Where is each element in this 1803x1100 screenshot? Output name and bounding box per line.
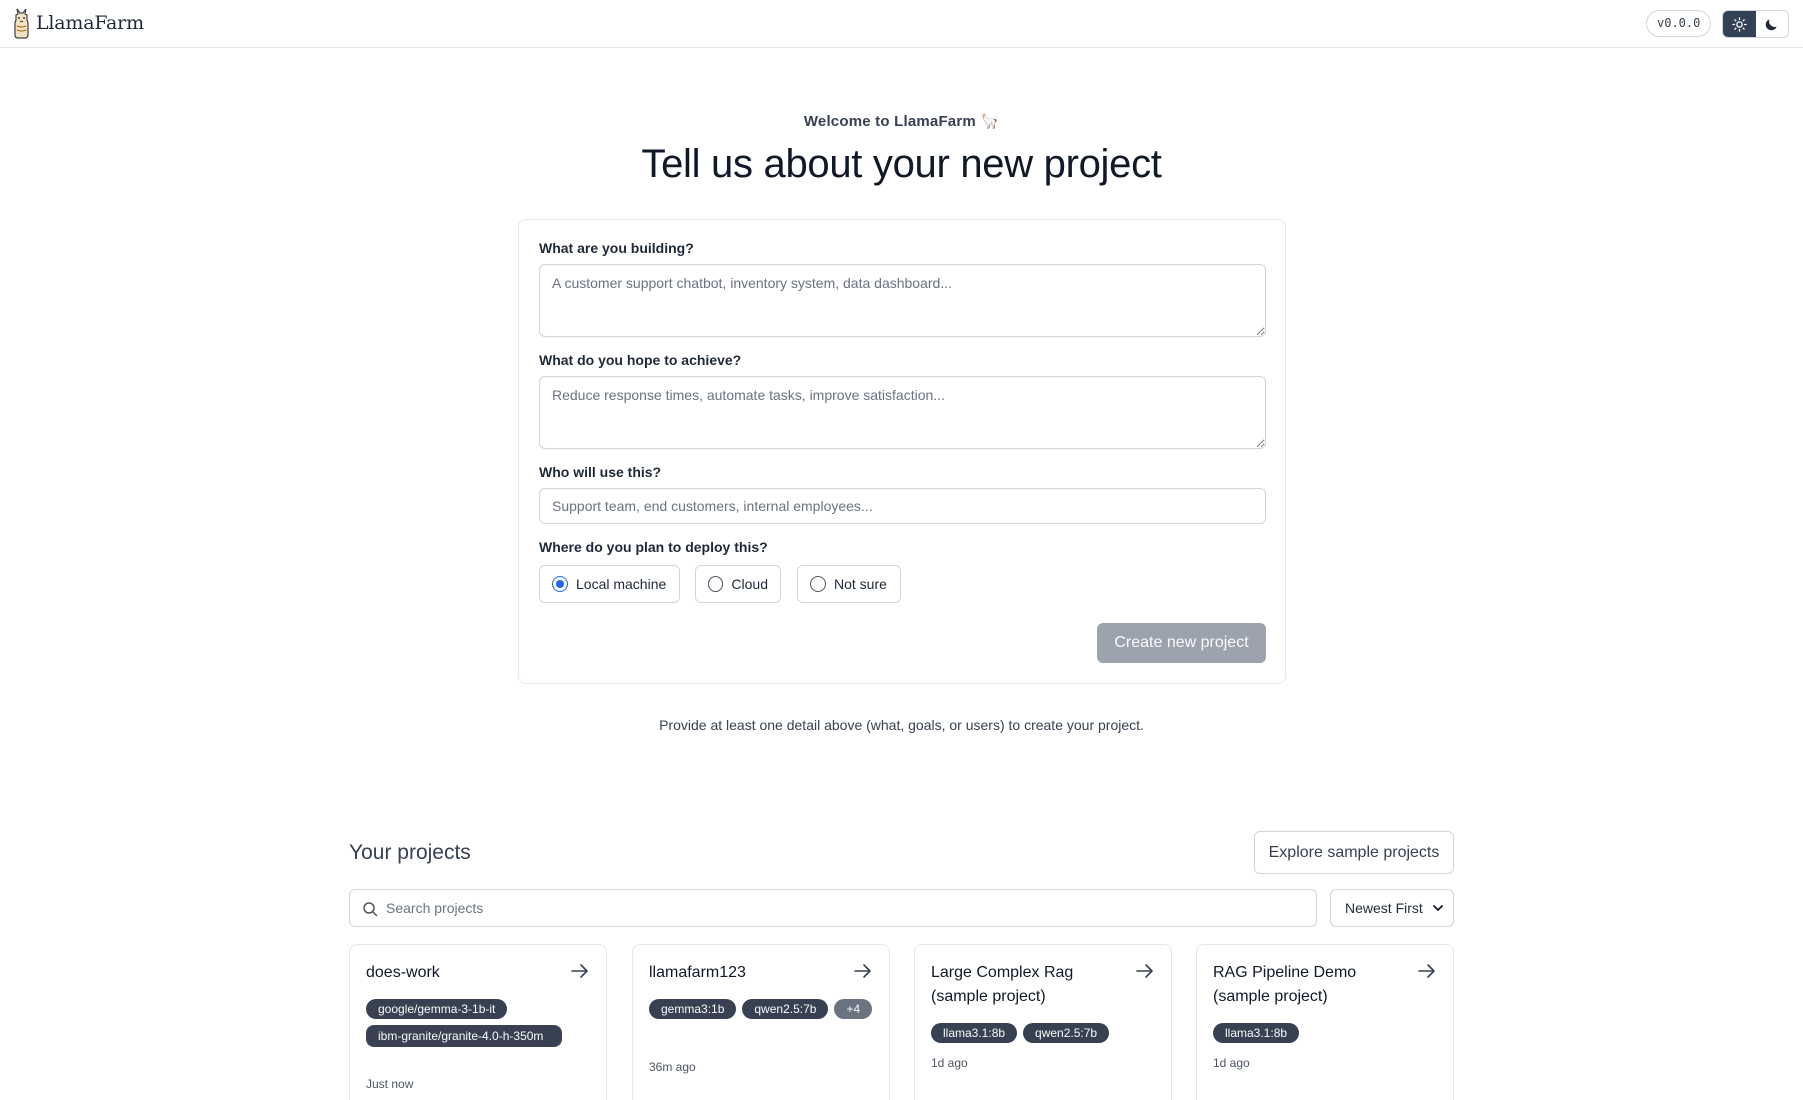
project-name: Large Complex Rag (sample project) [931,964,1074,1005]
create-project-button[interactable]: Create new project [1097,623,1266,663]
what-building-label: What are you building? [539,240,694,256]
project-name: does-work [366,964,440,981]
form-hint: Provide at least one detail above (what,… [659,717,1144,733]
arrow-right-icon[interactable] [570,963,590,979]
deploy-option-label: Not sure [834,576,887,592]
search-icon [363,902,378,917]
model-tags: llama3.1:8b qwen2.5:7b [931,1023,1157,1043]
sort-select[interactable]: Newest First [1330,889,1454,927]
project-updated-time: 1d ago [931,1056,968,1070]
project-card[interactable]: RAG Pipeline Demo (sample project) llama… [1196,944,1454,1100]
radio-not-sure[interactable] [810,576,826,592]
sort-value: Newest First [1345,900,1423,916]
project-card[interactable]: llamafarm123 gemma3:1b qwen2.5:7b +4 36m… [632,944,890,1100]
new-project-form: What are you building? What do you hope … [518,219,1286,684]
project-card[interactable]: Large Complex Rag (sample project) llama… [914,944,1172,1100]
project-name: RAG Pipeline Demo (sample project) [1213,964,1357,1005]
welcome-text: Welcome to LlamaFarm 🦙 [803,113,1000,130]
project-card[interactable]: does-work google/gemma-3-1b-it ibm-grani… [349,944,607,1100]
arrow-right-icon[interactable] [853,963,873,979]
model-tags: google/gemma-3-1b-it ibm-granite/granite… [366,999,592,1047]
model-tag: qwen2.5:7b [742,999,829,1019]
radio-cloud[interactable] [708,576,724,592]
model-tag: gemma3:1b [649,999,737,1019]
sun-icon [1732,16,1747,32]
project-updated-time: Just now [366,1077,414,1091]
project-updated-time: 36m ago [649,1060,696,1074]
moon-icon [1766,18,1777,30]
explore-samples-button[interactable]: Explore sample projects [1254,831,1454,874]
projects-heading: Your projects [349,841,471,864]
model-tag: llama3.1:8b [931,1023,1018,1043]
deploy-option-not-sure[interactable]: Not sure [797,565,901,603]
theme-toggle[interactable] [1722,10,1789,38]
light-theme-button[interactable] [1723,11,1756,37]
model-tags: gemma3:1b qwen2.5:7b +4 [649,999,875,1019]
page-title: Tell us about your new project [641,142,1162,186]
project-name: llamafarm123 [649,964,746,981]
brand[interactable]: LlamaFarm [10,7,144,39]
goals-label: What do you hope to achieve? [539,352,742,368]
chevron-down-icon [1433,905,1443,911]
project-updated-time: 1d ago [1213,1056,1250,1070]
arrow-right-icon[interactable] [1417,963,1437,979]
model-tags: llama3.1:8b [1213,1023,1439,1043]
deploy-option-cloud[interactable]: Cloud [695,565,781,603]
more-models-badge: +4 [834,999,873,1019]
deploy-option-label: Local machine [576,576,667,592]
llama-logo-icon [14,8,29,39]
version-badge: v0.0.0 [1646,10,1712,37]
dark-theme-button[interactable] [1756,11,1789,37]
model-tag: ibm-granite/granite-4.0-h-350m [366,1025,562,1047]
deploy-option-local[interactable]: Local machine [539,565,680,603]
top-bar: LlamaFarm v0.0.0 [0,0,1803,48]
users-field[interactable] [539,488,1266,524]
model-tag: google/gemma-3-1b-it [366,999,508,1019]
what-building-field[interactable] [539,264,1266,337]
arrow-right-icon[interactable] [1135,963,1155,979]
search-input[interactable] [386,890,1306,926]
brand-name: LlamaFarm [36,12,144,34]
deploy-label: Where do you plan to deploy this? [539,539,768,555]
deploy-option-label: Cloud [731,576,768,592]
model-tag: llama3.1:8b [1213,1023,1300,1043]
users-label: Who will use this? [539,464,662,480]
model-tag: qwen2.5:7b [1023,1023,1110,1043]
goals-field[interactable] [539,376,1266,449]
project-search[interactable] [349,889,1317,927]
radio-local[interactable] [552,576,568,592]
